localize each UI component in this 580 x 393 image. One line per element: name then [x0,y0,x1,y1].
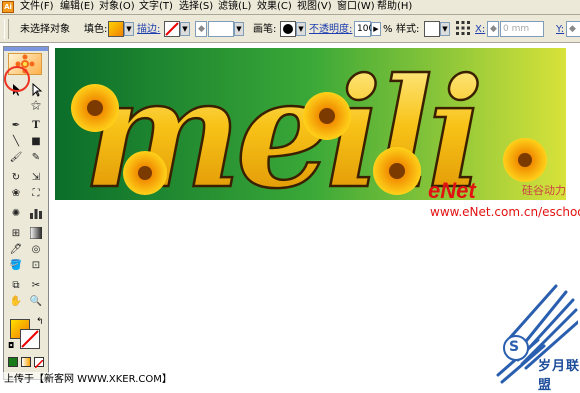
opacity-arrow[interactable]: ▶ [371,22,381,36]
eyedropper-icon[interactable]: 🖊 [8,243,24,257]
menu-effect[interactable]: 效果(C) [257,1,292,13]
blend-tool-icon[interactable]: ◎ [28,243,44,257]
menu-window[interactable]: 窗口(W) [337,1,375,13]
scissors-icon[interactable]: ✂ [28,279,44,293]
menu-help[interactable]: 帮助(H) [377,1,412,13]
hand-tool-icon[interactable]: ✋ [8,295,24,309]
direct-selection-tool-icon[interactable] [28,82,44,97]
brush-label: 画笔: [253,24,277,35]
menu-edit[interactable]: 编辑(E) [60,1,94,13]
live-paint-icon[interactable]: 🪣 [8,259,24,273]
graph-tool-icon[interactable] [28,207,44,221]
tools-panel-titlebar[interactable] [4,47,48,51]
stroke-weight-input[interactable] [208,21,234,37]
brush-swatch[interactable] [280,21,296,37]
y-label[interactable]: Y: [556,24,564,36]
brush-dropdown[interactable]: ▼ [296,22,306,36]
opacity-input[interactable]: 100 [354,21,374,37]
menu-file[interactable]: 文件(F) [20,1,54,13]
stroke-dropdown[interactable]: ▼ [180,22,190,36]
fill-dropdown[interactable]: ▼ [124,22,134,36]
selection-status: 未选择对象 [20,24,70,35]
x-stepper[interactable]: ◆ [487,21,499,37]
opacity-percent: % [383,24,393,35]
menu-view[interactable]: 视图(V) [297,1,332,13]
rotate-tool-icon[interactable]: ↻ [8,171,24,185]
default-colors-icon[interactable]: ◘ [8,341,14,350]
pencil-icon[interactable]: ✎ [28,151,44,165]
zoom-tool-icon[interactable]: 🔍 [28,295,44,309]
artwork-canvas: meili [55,45,566,223]
gradient-tool-icon[interactable] [28,226,44,241]
opacity-label[interactable]: 不透明度: [309,24,352,36]
gradient-mode-button[interactable] [21,357,31,367]
enet-logo: eNet [428,178,476,203]
brush-dot-icon [283,24,293,34]
control-bar-grip[interactable] [4,19,9,39]
mesh-tool-icon[interactable]: ⊞ [8,227,24,241]
paintbrush-icon[interactable]: 🖌 [8,151,24,165]
scale-tool-icon[interactable]: ⇲ [28,171,44,185]
type-tool-icon[interactable]: T [28,119,44,133]
tools-panel: ⚝ ✒ T ╲ ■ 🖌 ✎ ↻ ⇲ ❀ ⛶ ✺ ⊞ 🖊 ◎ 🪣 ⊡ ⧉ ✂ ✋ … [3,46,49,380]
stroke-weight-dropdown[interactable]: ▼ [234,22,244,36]
control-bar: 未选择对象 填色: ▼ 描边: ▼ ◆ ▼ 画笔: ▼ 不透明度: 100 ▶ … [0,15,580,43]
line-tool-icon[interactable]: ╲ [8,135,24,149]
color-mode-button[interactable] [8,357,18,367]
symbol-sprayer-icon[interactable]: ✺ [8,207,24,221]
stroke-weight-stepper[interactable]: ◆ [195,21,207,37]
meili-artwork: meili [55,45,566,223]
enet-url: www.eNet.com.cn/eschool [430,205,580,219]
style-dropdown[interactable]: ▼ [440,22,450,36]
stroke-swatch[interactable] [164,21,180,37]
x-input[interactable]: 0 mm [500,21,544,37]
live-paint-selection-icon[interactable]: ⊡ [28,259,44,273]
reference-point-icon[interactable] [455,20,471,36]
x-label[interactable]: X: [475,24,485,36]
warp-tool-icon[interactable]: ❀ [8,187,24,201]
watermark-badge: S [509,339,520,355]
menu-bar: Ai 文件(F) 编辑(E) 对象(O) 文字(T) 选择(S) 滤镜(L) 效… [0,0,580,15]
menu-type[interactable]: 文字(T) [139,1,173,13]
menu-filter[interactable]: 滤镜(L) [218,1,251,13]
menu-object[interactable]: 对象(O) [99,1,135,13]
style-swatch[interactable] [424,21,440,37]
free-transform-icon[interactable]: ⛶ [28,187,44,201]
no-stroke-icon [165,22,179,36]
highlight-circle [4,66,30,92]
rectangle-tool-icon[interactable]: ■ [28,135,44,149]
stroke-label[interactable]: 描边: [137,24,160,36]
y-stepper[interactable]: ◆ [566,21,580,37]
enet-logo-subtitle: 硅谷动力 [522,184,566,197]
menu-select[interactable]: 选择(S) [179,1,213,13]
stroke-color-box[interactable] [20,329,40,349]
upload-footer: 上传于【新客网 WWW.XKER.COM】 [0,372,204,388]
none-mode-button[interactable] [34,357,44,369]
app-icon[interactable]: Ai [2,1,14,13]
style-label: 样式: [396,24,420,35]
fill-swatch[interactable] [108,21,124,37]
no-stroke-icon [21,330,39,348]
watermark-text: 岁月联盟 [538,359,580,393]
swap-colors-icon[interactable]: ↰ [36,317,44,327]
fill-label: 填色: [84,24,108,35]
magic-wand-icon[interactable]: ⚝ [28,99,44,113]
pen-tool-icon[interactable]: ✒ [8,119,24,133]
slice-tool-icon[interactable]: ⧉ [8,279,24,293]
